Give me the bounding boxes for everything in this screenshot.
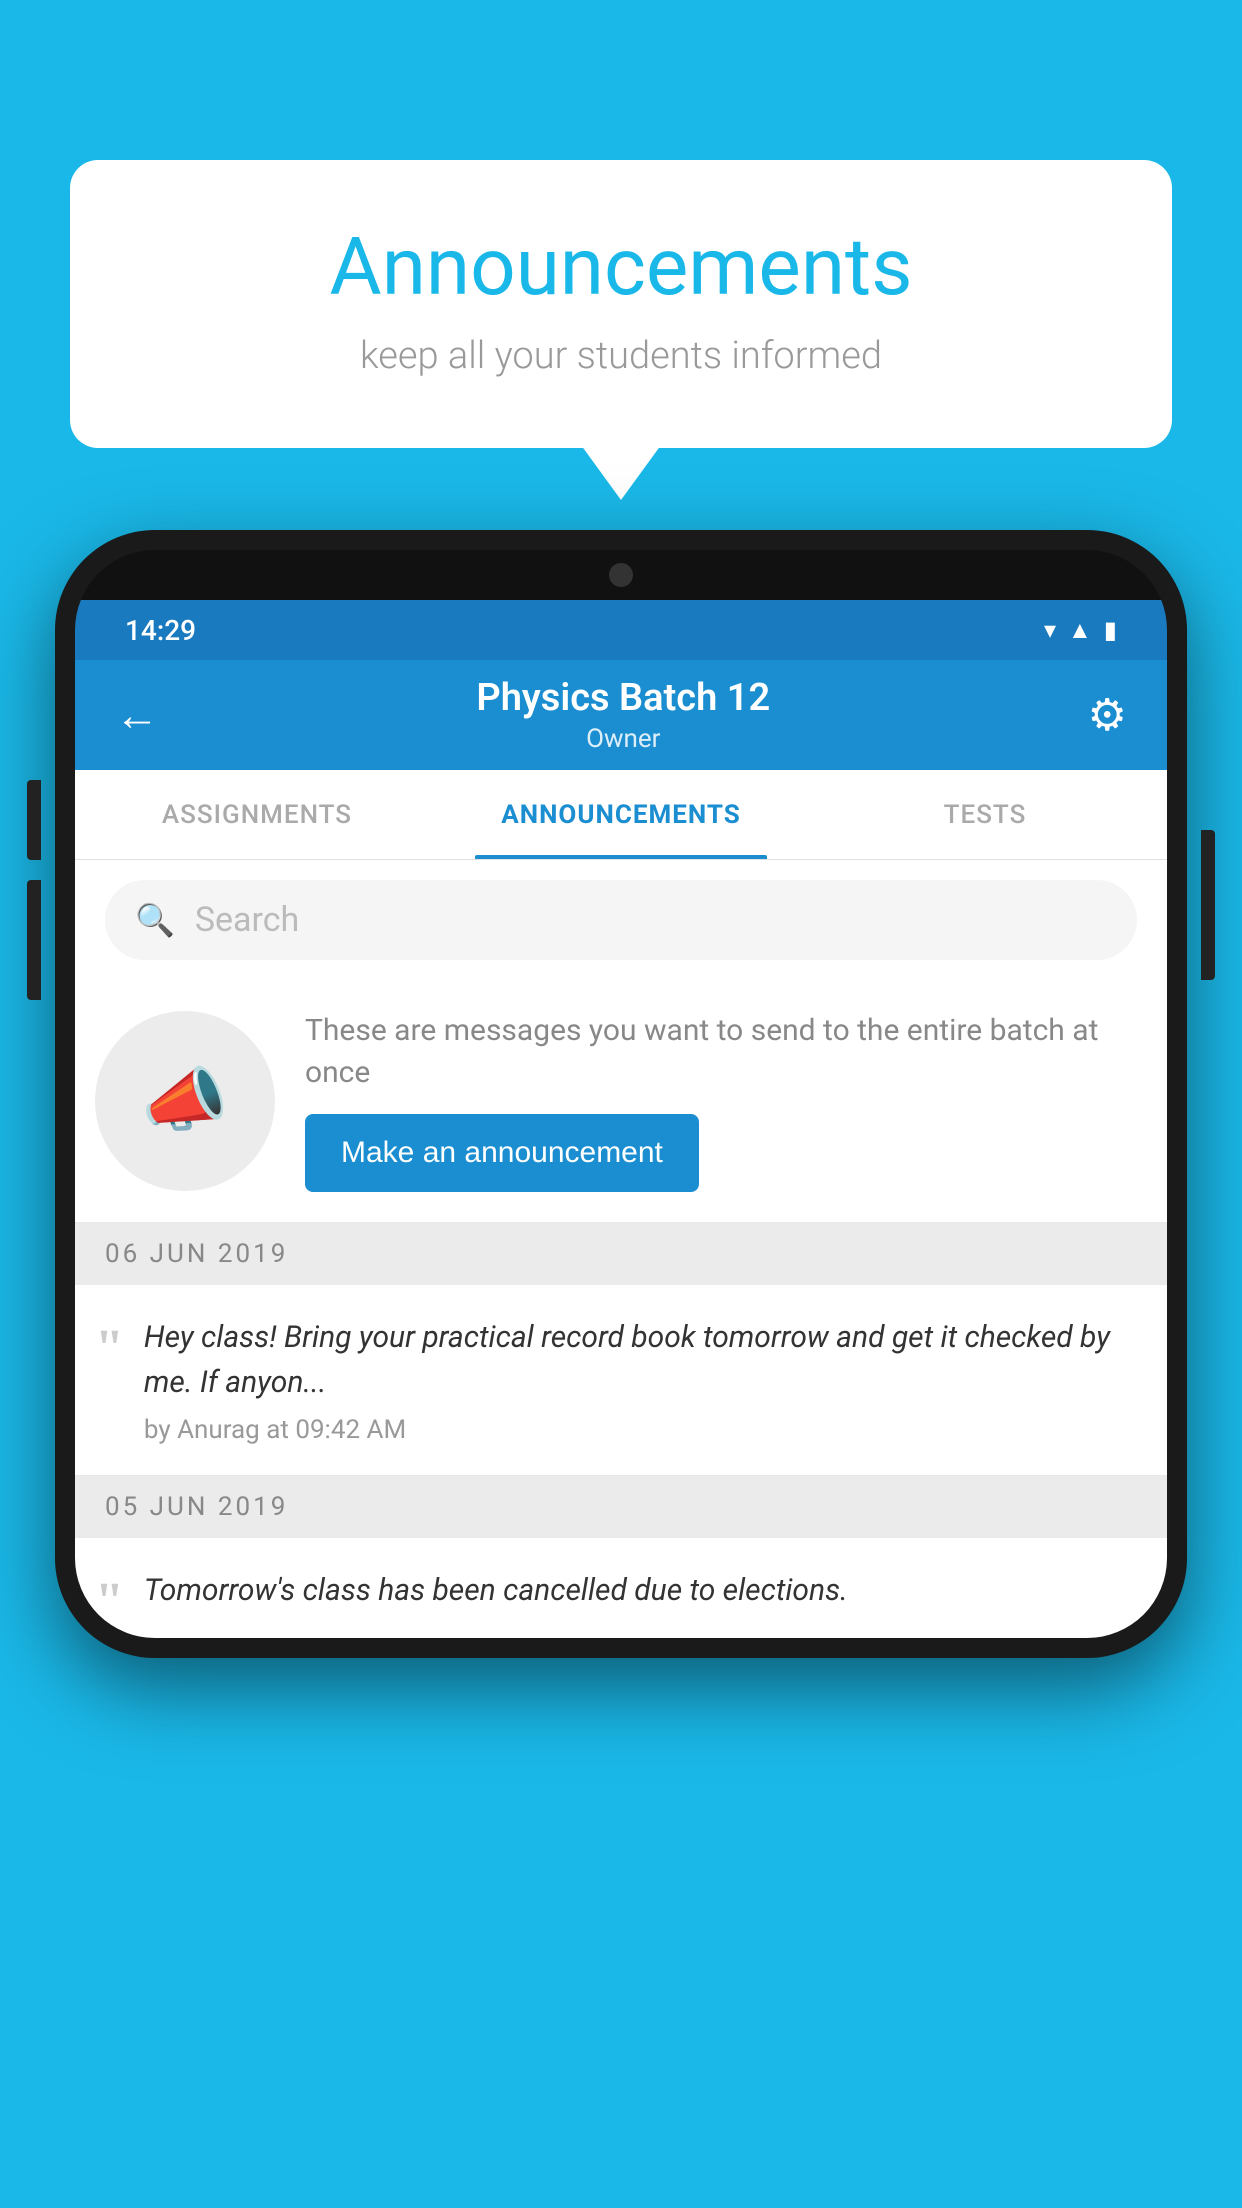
status-time: 14:29 [125, 614, 196, 647]
status-icons: ▾ ▲ ▮ [1044, 616, 1117, 645]
speech-bubble-card: Announcements keep all your students inf… [70, 160, 1172, 448]
promo-description: These are messages you want to send to t… [305, 1010, 1137, 1094]
date-label-1: 06 JUN 2019 [105, 1239, 288, 1269]
phone-frame: 14:29 ▾ ▲ ▮ ← Physics Batch 12 Owner ⚙ A… [55, 530, 1187, 1658]
tab-assignments[interactable]: ASSIGNMENTS [75, 770, 439, 859]
volume-up-button [27, 780, 41, 860]
speech-bubble: Announcements keep all your students inf… [70, 160, 1172, 448]
search-bar[interactable]: 🔍 Search [105, 880, 1137, 960]
search-container: 🔍 Search [75, 860, 1167, 980]
power-button [1201, 830, 1215, 980]
date-label-2: 05 JUN 2019 [105, 1492, 288, 1522]
user-role: Owner [159, 724, 1088, 754]
phone-top-notch [75, 550, 1167, 600]
promo-content: These are messages you want to send to t… [305, 1010, 1137, 1192]
tab-tests[interactable]: TESTS [803, 770, 1167, 859]
promo-section: 📣 These are messages you want to send to… [75, 980, 1167, 1223]
camera [609, 563, 633, 587]
back-button[interactable]: ← [115, 689, 159, 741]
signal-icon: ▲ [1068, 616, 1092, 645]
announcement-content-2: Tomorrow's class has been cancelled due … [144, 1568, 1137, 1623]
app-header: ← Physics Batch 12 Owner ⚙ [75, 660, 1167, 770]
battery-icon: ▮ [1104, 616, 1117, 644]
phone-screen: 14:29 ▾ ▲ ▮ ← Physics Batch 12 Owner ⚙ A… [75, 550, 1167, 1638]
announcement-item-1[interactable]: " Hey class! Bring your practical record… [75, 1285, 1167, 1476]
wifi-icon: ▾ [1044, 616, 1056, 644]
app-subtitle: keep all your students informed [150, 334, 1092, 378]
date-separator-2: 05 JUN 2019 [75, 1476, 1167, 1538]
announcement-meta-1: by Anurag at 09:42 AM [144, 1415, 1137, 1445]
volume-down-button [27, 880, 41, 1000]
search-placeholder: Search [195, 900, 299, 940]
announcement-text-1: Hey class! Bring your practical record b… [144, 1315, 1137, 1405]
tab-bar: ASSIGNMENTS ANNOUNCEMENTS TESTS [75, 770, 1167, 860]
promo-icon-circle: 📣 [95, 1011, 275, 1191]
settings-icon[interactable]: ⚙ [1088, 689, 1127, 741]
megaphone-icon: 📣 [141, 1060, 228, 1142]
announcement-item-2[interactable]: " Tomorrow's class has been cancelled du… [75, 1538, 1167, 1638]
make-announcement-button[interactable]: Make an announcement [305, 1114, 699, 1192]
announcement-text-2: Tomorrow's class has been cancelled due … [144, 1568, 1137, 1613]
quote-icon-2: " [95, 1576, 124, 1628]
search-icon: 🔍 [135, 901, 175, 939]
batch-name: Physics Batch 12 [159, 676, 1088, 720]
quote-icon-1: " [95, 1323, 124, 1375]
tab-announcements[interactable]: ANNOUNCEMENTS [439, 770, 803, 859]
app-title: Announcements [150, 220, 1092, 314]
status-bar: 14:29 ▾ ▲ ▮ [75, 600, 1167, 660]
announcement-content-1: Hey class! Bring your practical record b… [144, 1315, 1137, 1445]
header-title-container: Physics Batch 12 Owner [159, 676, 1088, 754]
date-separator-1: 06 JUN 2019 [75, 1223, 1167, 1285]
